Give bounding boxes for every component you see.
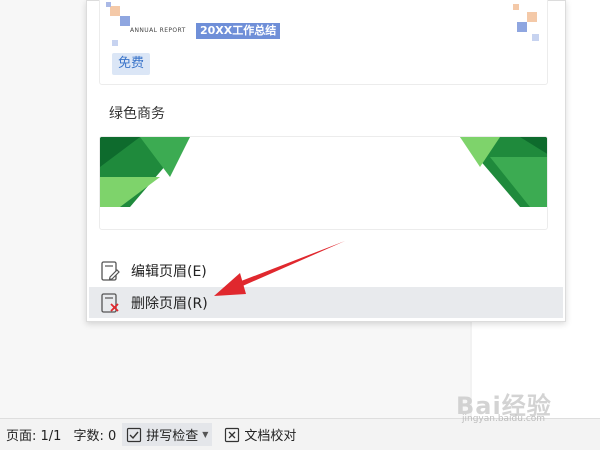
section-title-green-business: 绿色商务 <box>109 106 165 122</box>
doc-proofread-button[interactable]: 文档校对 <box>224 425 296 444</box>
chevron-down-icon[interactable]: ▼ <box>202 430 208 439</box>
edit-header-icon <box>101 260 120 281</box>
word-count[interactable]: 字数: 0 <box>73 425 116 444</box>
delete-header-menu-item[interactable]: 删除页眉(R) <box>89 287 563 318</box>
edit-header-menu-item[interactable]: 编辑页眉(E) <box>89 255 563 286</box>
baidu-jingyan-watermark: Bai经验 jingyan.baidu.com <box>456 386 596 426</box>
header-dropdown-panel: ANNUAL REPORT 20XX工作总结 免费 绿色商务 编辑页眉(E) 删… <box>86 0 566 322</box>
decor-square <box>120 16 130 26</box>
decor-square <box>106 2 111 7</box>
edit-header-label: 编辑页眉(E) <box>131 263 207 280</box>
page-indicator[interactable]: 页面: 1/1 <box>6 425 61 444</box>
doc-proofread-label: 文档校对 <box>244 429 297 444</box>
spell-check-button[interactable]: 拼写检查 ▼ <box>122 423 213 446</box>
delete-header-icon <box>101 292 119 313</box>
delete-header-label: 删除页眉(R) <box>131 295 208 312</box>
decor-square <box>112 40 118 46</box>
proofread-icon <box>225 427 240 442</box>
watermark-sub: jingyan.baidu.com <box>462 414 546 424</box>
free-badge: 免费 <box>112 53 151 75</box>
template-card-green-business[interactable] <box>99 136 548 230</box>
green-business-preview <box>100 137 547 207</box>
template-card-annual-report[interactable]: ANNUAL REPORT 20XX工作总结 免费 <box>99 0 548 85</box>
decor-square <box>532 34 539 41</box>
spell-check-icon <box>127 427 142 442</box>
decor-square <box>513 4 519 10</box>
spell-check-label: 拼写检查 <box>146 429 199 444</box>
decor-square <box>527 12 537 22</box>
annual-report-caption: ANNUAL REPORT <box>130 27 186 34</box>
decor-square <box>517 22 527 32</box>
decor-square <box>110 6 120 16</box>
report-title-banner: 20XX工作总结 <box>196 23 281 39</box>
